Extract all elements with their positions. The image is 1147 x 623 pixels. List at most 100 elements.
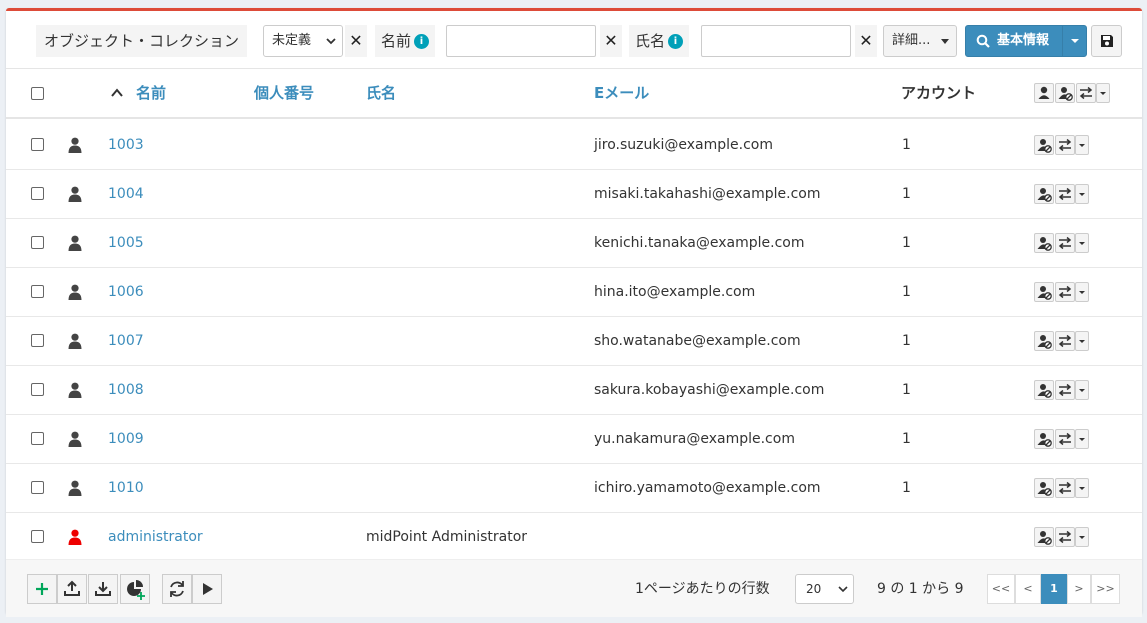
disable-user-button[interactable] <box>1034 184 1054 204</box>
basic-search-button[interactable]: 基本情報 <box>965 25 1087 57</box>
reconcile-button[interactable] <box>1055 135 1075 155</box>
caret-down-icon <box>1079 487 1085 490</box>
row-checkbox[interactable] <box>31 285 44 298</box>
sort-ascending-icon[interactable] <box>110 86 124 100</box>
email-cell: ichiro.yamamoto@example.com <box>594 480 821 496</box>
disable-user-button[interactable] <box>1034 233 1054 253</box>
user-name-link[interactable]: 1004 <box>108 170 144 218</box>
disable-user-button[interactable] <box>1034 478 1054 498</box>
caret-down-icon <box>1079 242 1085 245</box>
reconcile-button[interactable] <box>1055 380 1075 400</box>
reconcile-button[interactable] <box>1055 282 1075 302</box>
column-header-email[interactable]: Eメール <box>594 69 649 117</box>
table-row: 1010 ichiro.yamamoto@example.com 1 <box>6 464 1142 513</box>
clear-fullname-icon[interactable]: ✕ <box>855 25 877 57</box>
caret-down-icon <box>1100 92 1106 95</box>
row-checkbox[interactable] <box>31 530 44 543</box>
table-header: 名前 個人番号 氏名 Eメール アカウント <box>6 69 1142 119</box>
email-cell: kenichi.tanaka@example.com <box>594 235 805 251</box>
name-input[interactable] <box>446 25 596 57</box>
disable-user-button[interactable] <box>1034 282 1054 302</box>
reconcile-button[interactable] <box>1055 478 1075 498</box>
row-more-actions-button[interactable] <box>1075 478 1089 498</box>
more-filters-label: 詳細... <box>892 33 931 48</box>
play-button[interactable] <box>192 574 222 604</box>
row-more-actions-button[interactable] <box>1075 282 1089 302</box>
disable-user-button[interactable] <box>1034 380 1054 400</box>
rows-per-page-value: 20 <box>806 582 822 596</box>
disable-user-button[interactable] <box>1034 527 1054 547</box>
reconcile-button[interactable] <box>1055 233 1075 253</box>
clear-name-icon[interactable]: ✕ <box>600 25 622 57</box>
user-name-link[interactable]: 1003 <box>108 121 144 169</box>
disable-user-button[interactable] <box>1034 429 1054 449</box>
user-name-link[interactable]: 1009 <box>108 415 144 463</box>
caret-down-icon[interactable] <box>1062 26 1086 56</box>
row-checkbox[interactable] <box>31 432 44 445</box>
row-checkbox[interactable] <box>31 138 44 151</box>
table-footer: 1ページあたりの行数 20 9 の 1 から 9 << < 1 > >> <box>6 559 1142 617</box>
column-header-personal-number[interactable]: 個人番号 <box>254 69 314 117</box>
header-reconcile-button[interactable] <box>1076 83 1096 103</box>
column-header-fullname[interactable]: 氏名 <box>366 69 396 117</box>
reconcile-button[interactable] <box>1055 331 1075 351</box>
reconcile-button[interactable] <box>1055 184 1075 204</box>
row-checkbox[interactable] <box>31 334 44 347</box>
collection-select[interactable]: 未定義 <box>263 25 343 57</box>
row-checkbox[interactable] <box>31 481 44 494</box>
row-more-actions-button[interactable] <box>1075 184 1089 204</box>
column-header-name[interactable]: 名前 <box>136 69 166 117</box>
last-page-button[interactable]: >> <box>1091 574 1120 604</box>
user-disabled-icon <box>1037 139 1052 153</box>
row-checkbox[interactable] <box>31 236 44 249</box>
reconcile-button[interactable] <box>1055 429 1075 449</box>
header-user-icon-button[interactable] <box>1034 83 1054 103</box>
user-name-link[interactable]: 1008 <box>108 366 144 414</box>
exchange-icon <box>1058 138 1072 152</box>
row-more-actions-button[interactable] <box>1075 527 1089 547</box>
header-user-disable-button[interactable] <box>1055 83 1075 103</box>
more-filters-button[interactable]: 詳細... <box>883 25 957 57</box>
reconcile-button[interactable] <box>1055 527 1075 547</box>
table-row: 1004 misaki.takahashi@example.com 1 <box>6 170 1142 219</box>
refresh-button[interactable] <box>162 574 192 604</box>
user-name-link[interactable]: 1007 <box>108 317 144 365</box>
row-checkbox[interactable] <box>31 187 44 200</box>
name-label-text: 名前 <box>381 32 412 50</box>
info-icon: i <box>414 34 430 49</box>
clear-collection-icon[interactable]: ✕ <box>345 25 367 57</box>
user-disabled-icon <box>1037 286 1052 300</box>
page-1-button[interactable]: 1 <box>1041 574 1067 604</box>
disable-user-button[interactable] <box>1034 331 1054 351</box>
previous-page-button[interactable]: < <box>1015 574 1041 604</box>
next-page-button[interactable]: > <box>1067 574 1091 604</box>
disable-user-button[interactable] <box>1034 135 1054 155</box>
row-checkbox[interactable] <box>31 383 44 396</box>
row-more-actions-button[interactable] <box>1075 233 1089 253</box>
user-name-link[interactable]: 1006 <box>108 268 144 316</box>
select-all-checkbox[interactable] <box>31 87 44 100</box>
fullname-input[interactable] <box>701 25 851 57</box>
name-filter-label: 名前 i <box>375 25 436 57</box>
import-button[interactable] <box>57 574 87 604</box>
user-disabled-icon <box>1037 384 1052 398</box>
save-search-button[interactable] <box>1091 25 1122 57</box>
export-button[interactable] <box>88 574 118 604</box>
exchange-icon <box>1058 530 1072 544</box>
upload-icon <box>64 580 80 596</box>
user-name-link[interactable]: 1005 <box>108 219 144 267</box>
header-more-actions-button[interactable] <box>1096 83 1110 103</box>
rows-per-page-select[interactable]: 20 <box>795 574 854 604</box>
row-more-actions-button[interactable] <box>1075 135 1089 155</box>
user-name-link[interactable]: administrator <box>108 513 203 561</box>
row-more-actions-button[interactable] <box>1075 331 1089 351</box>
first-page-button[interactable]: << <box>987 574 1015 604</box>
accounts-cell: 1 <box>902 431 911 447</box>
exchange-icon <box>1058 481 1072 495</box>
add-user-button[interactable] <box>27 574 57 604</box>
create-report-button[interactable] <box>120 574 150 604</box>
row-more-actions-button[interactable] <box>1075 380 1089 400</box>
user-name-link[interactable]: 1010 <box>108 464 144 512</box>
rows-per-page-label: 1ページあたりの行数 <box>635 581 770 597</box>
row-more-actions-button[interactable] <box>1075 429 1089 449</box>
